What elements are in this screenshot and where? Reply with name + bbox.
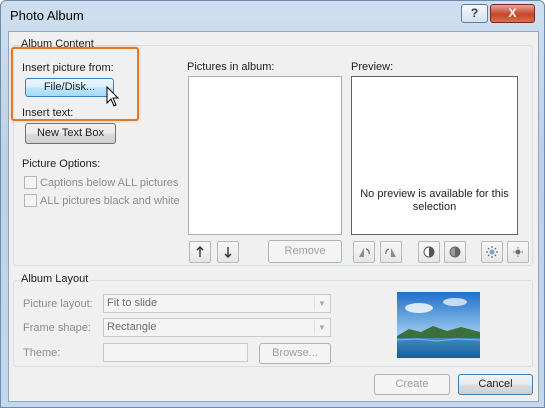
chevron-down-icon: ▼	[314, 296, 329, 311]
rotate-right-icon	[385, 248, 396, 257]
contrast-down-icon	[449, 246, 461, 258]
black-white-checkbox-label: ALL pictures black and white	[40, 195, 180, 207]
brightness-up-icon	[486, 246, 498, 258]
move-up-button[interactable]	[189, 241, 211, 263]
cancel-button[interactable]: Cancel	[458, 374, 533, 395]
insert-picture-highlight	[11, 47, 139, 121]
preview-message: No preview is available for this selecti…	[360, 188, 509, 213]
pictures-in-album-label: Pictures in album:	[187, 61, 275, 73]
new-text-box-button-label: New Text Box	[36, 127, 105, 139]
dialog-body: Album Content Insert picture from: File/…	[8, 31, 539, 402]
move-down-icon	[224, 247, 232, 258]
less-contrast-button[interactable]	[444, 241, 466, 263]
frame-shape-label: Frame shape:	[23, 322, 91, 334]
rotate-right-button[interactable]	[380, 241, 402, 263]
browse-button[interactable]: Browse...	[259, 343, 331, 364]
close-button[interactable]: X	[490, 4, 535, 23]
captions-checkbox[interactable]	[24, 176, 37, 189]
move-down-button[interactable]	[217, 241, 239, 263]
browse-button-label: Browse...	[272, 347, 318, 359]
frame-shape-value: Rectangle	[107, 321, 157, 333]
remove-button-label: Remove	[284, 245, 326, 257]
create-button-label: Create	[395, 378, 429, 390]
rotate-left-icon	[359, 248, 370, 257]
captions-checkbox-label: Captions below ALL pictures	[40, 177, 179, 189]
picture-options-label: Picture Options:	[22, 158, 101, 170]
less-brightness-button[interactable]	[507, 241, 529, 263]
more-contrast-button[interactable]	[418, 241, 440, 263]
album-layout-label: Album Layout	[19, 273, 91, 285]
title-bar[interactable]: Photo Album ? X	[1, 1, 544, 31]
frame-shape-select[interactable]: Rectangle ▼	[103, 318, 331, 337]
picture-layout-value: Fit to slide	[107, 297, 158, 309]
window-title: Photo Album	[10, 8, 84, 23]
remove-button[interactable]: Remove	[268, 240, 342, 263]
help-button[interactable]: ?	[461, 4, 488, 23]
black-white-checkbox[interactable]	[24, 194, 37, 207]
rotate-left-button[interactable]	[353, 241, 375, 263]
theme-input[interactable]	[103, 343, 248, 362]
preview-pane: No preview is available for this selecti…	[351, 76, 518, 235]
theme-label: Theme:	[23, 347, 61, 359]
new-text-box-button[interactable]: New Text Box	[25, 123, 116, 144]
cancel-button-label: Cancel	[478, 378, 513, 390]
preview-label: Preview:	[351, 61, 394, 73]
move-up-icon	[196, 246, 204, 257]
chevron-down-icon: ▼	[314, 320, 329, 335]
contrast-up-icon	[423, 246, 435, 258]
pictures-listbox[interactable]	[188, 76, 342, 235]
picture-layout-select[interactable]: Fit to slide ▼	[103, 294, 331, 313]
photo-album-dialog: Photo Album ? X Album Content Insert pic…	[0, 0, 545, 408]
create-button[interactable]: Create	[374, 374, 450, 395]
layout-preview-thumbnail	[397, 292, 480, 358]
more-brightness-button[interactable]	[481, 241, 503, 263]
brightness-down-icon	[513, 247, 523, 257]
picture-layout-label: Picture layout:	[23, 298, 93, 310]
